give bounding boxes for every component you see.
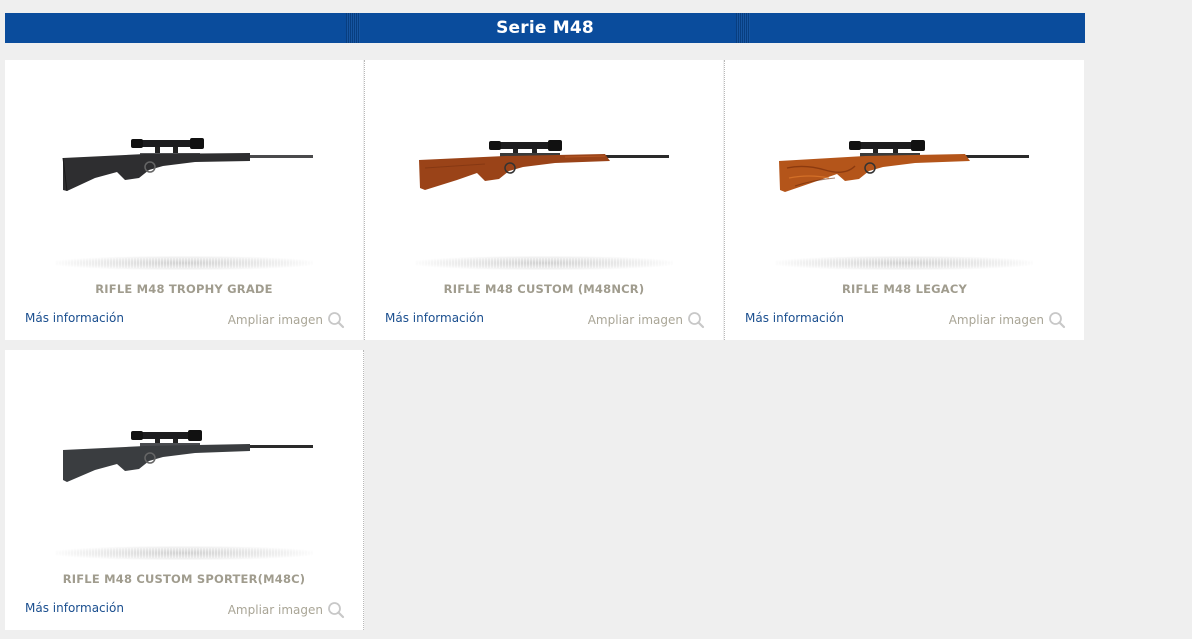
product-card: RIFLE M48 CUSTOM (M48NCR) Más informació… [364,60,723,340]
zoom-image-link[interactable]: Ampliar imagen [228,601,345,619]
magnifier-icon [1048,311,1066,329]
product-name: RIFLE M48 LEGACY [841,282,968,296]
more-info-link[interactable]: Más información [25,601,124,615]
product-card: RIFLE M48 CUSTOM SPORTER(M48C) Más infor… [5,350,364,630]
product-card: RIFLE M48 TROPHY GRADE Más información A… [5,60,363,340]
magnifier-icon [687,311,705,329]
product-image[interactable] [765,120,1045,200]
rifle-image [63,430,313,482]
product-shadow-texture [55,548,313,558]
zoom-image-link[interactable]: Ampliar imagen [228,311,345,329]
product-shadow-texture [55,258,313,268]
product-image[interactable] [405,120,685,200]
rifle-image [419,140,669,190]
product-name: RIFLE M48 CUSTOM SPORTER(M48C) [62,572,306,586]
zoom-label: Ampliar imagen [227,313,323,327]
zoom-label: Ampliar imagen [227,603,323,617]
section-title: Serie M48 [496,18,594,38]
zoom-image-link[interactable]: Ampliar imagen [949,311,1066,329]
product-name: RIFLE M48 TROPHY GRADE [95,282,273,296]
magnifier-icon [327,311,345,329]
rifle-image [779,140,1029,192]
product-image[interactable] [45,410,325,490]
zoom-image-link[interactable]: Ampliar imagen [588,311,705,329]
product-image[interactable] [45,120,325,200]
product-card: RIFLE M48 LEGACY Más información Ampliar… [724,60,1084,340]
zoom-label: Ampliar imagen [948,313,1044,327]
more-info-link[interactable]: Más información [745,311,844,325]
product-shadow-texture [775,258,1033,268]
product-series-page: Serie M48 RIFLE M48 TROPHY GRADE Más inf… [0,0,1192,639]
zoom-label: Ampliar imagen [587,313,683,327]
product-shadow-texture [415,258,673,268]
more-info-link[interactable]: Más información [25,311,124,325]
magnifier-icon [327,601,345,619]
section-header-bar: Serie M48 [5,13,1085,43]
product-name: RIFLE M48 CUSTOM (M48NCR) [443,282,645,296]
more-info-link[interactable]: Más información [385,311,484,325]
rifle-image [62,138,313,192]
